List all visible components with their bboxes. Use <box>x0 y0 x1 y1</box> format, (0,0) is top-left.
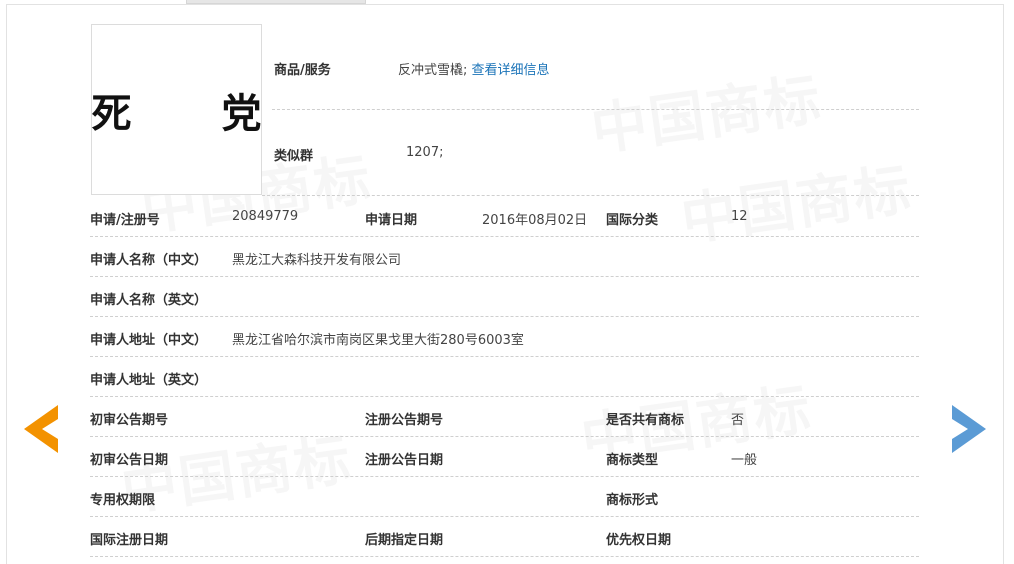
similar-group-value: 1207; <box>406 145 444 160</box>
goods-value: 反冲式雪橇; 查看详细信息 <box>398 59 550 78</box>
tab-strip[interactable] <box>186 0 366 4</box>
divider <box>90 356 919 357</box>
divider <box>272 109 919 110</box>
field-label: 注册公告日期 <box>365 453 444 468</box>
divider <box>90 396 919 397</box>
field-label: 国际分类 <box>606 213 659 228</box>
divider <box>90 516 919 517</box>
field-label: 初审公告日期 <box>90 453 169 468</box>
divider <box>90 476 919 477</box>
field-label: 申请日期 <box>365 213 418 228</box>
field-label: 申请人地址（英文） <box>90 373 208 388</box>
field-label: 申请人名称（英文） <box>90 293 208 308</box>
field-label: 优先权日期 <box>606 533 672 548</box>
similar-group-label: 类似群 <box>274 149 314 164</box>
field-value: 一般 <box>731 453 758 468</box>
field-value: 2016年08月02日 <box>482 213 588 228</box>
next-arrow-icon[interactable] <box>952 405 986 457</box>
field-label: 注册公告期号 <box>365 413 444 428</box>
prev-arrow-icon[interactable] <box>24 405 58 457</box>
goods-text: 反冲式雪橇; <box>398 63 468 78</box>
field-value: 20849779 <box>232 209 299 224</box>
field-label: 商标形式 <box>606 493 659 508</box>
view-details-link[interactable]: 查看详细信息 <box>472 63 550 78</box>
field-value: 黑龙江省哈尔滨市南岗区果戈里大街280号6003室 <box>232 333 524 348</box>
field-label: 申请/注册号 <box>90 213 160 228</box>
divider <box>90 236 919 237</box>
divider <box>262 195 919 196</box>
field-label: 国际注册日期 <box>90 533 169 548</box>
divider <box>90 436 919 437</box>
field-label: 商标类型 <box>606 453 659 468</box>
field-value: 12 <box>731 209 748 224</box>
field-value: 黑龙江大森科技开发有限公司 <box>232 253 402 268</box>
divider <box>90 316 919 317</box>
divider <box>90 276 919 277</box>
field-value: 否 <box>731 413 745 428</box>
field-label: 申请人地址（中文） <box>90 333 208 348</box>
trademark-image: 死 党 <box>91 24 262 195</box>
field-label: 申请人名称（中文） <box>90 253 208 268</box>
divider <box>90 556 919 557</box>
field-label: 是否共有商标 <box>606 413 685 428</box>
goods-label: 商品/服务 <box>274 63 331 78</box>
field-label: 初审公告期号 <box>90 413 169 428</box>
field-label: 专用权期限 <box>90 493 156 508</box>
trademark-name: 死 党 <box>91 89 300 137</box>
field-label: 后期指定日期 <box>365 533 444 548</box>
